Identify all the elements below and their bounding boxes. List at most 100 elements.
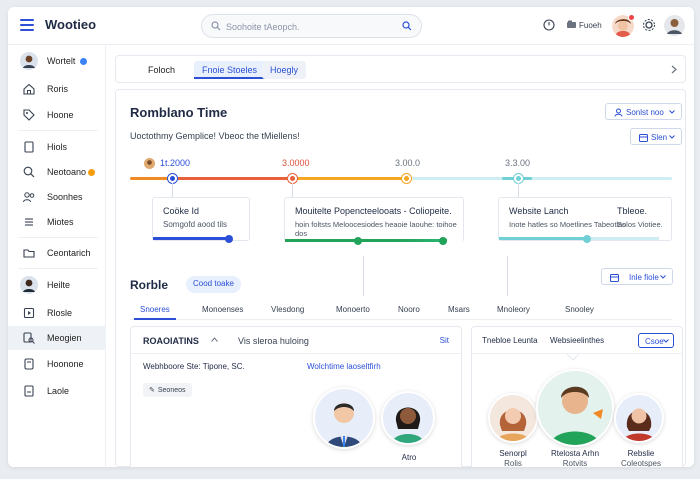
chevron-down-icon — [669, 135, 675, 139]
user-avatar[interactable] — [612, 14, 635, 37]
timeline-track-segment — [130, 177, 170, 180]
chevron-up-icon[interactable] — [211, 337, 218, 342]
person-role: Rotvits — [562, 459, 588, 467]
menu-icon[interactable] — [20, 19, 34, 31]
status-label[interactable]: Fuoeh — [579, 21, 602, 30]
sidebar-divider — [18, 268, 98, 269]
sidebar-item-hoonone[interactable]: Hoonone — [8, 352, 106, 376]
pointer-notch — [567, 354, 579, 361]
page-title: Romblano Time — [130, 105, 228, 120]
chevron-right-icon[interactable] — [671, 65, 677, 74]
filter-select[interactable]: Csoe — [638, 333, 674, 348]
detail-button-label: Inle fiole — [629, 273, 659, 282]
event-subtitle: Solos Viotiee. — [617, 220, 663, 229]
sidebar-item-neotoano[interactable]: Neotoano — [8, 160, 106, 184]
main-card: Romblano Time Uoctothmy Gemplice! Vbeoc … — [115, 89, 686, 467]
sidebar-item-miotes[interactable]: Miotes — [8, 210, 106, 234]
sidebar-item-rlosle[interactable]: Rlosle — [8, 301, 106, 325]
person-avatar[interactable] — [614, 393, 664, 443]
subtab-nooro[interactable]: Nooro — [398, 305, 420, 314]
connector — [172, 183, 173, 197]
location-text: Webhboore Ste: Tipone, SC. — [143, 362, 245, 371]
person-avatar[interactable] — [488, 393, 538, 443]
active-tab-indicator — [134, 318, 176, 320]
sidebar-item-hiols[interactable]: Hiols — [8, 135, 106, 159]
app-window: Wootieo Soohoite tAeopch. Fuoeh Wortelt … — [8, 7, 694, 467]
top-bar: Wootieo Soohoite tAeopch. Fuoeh — [8, 7, 694, 45]
highlight-link[interactable]: Wolchtime laoseltfirh — [307, 362, 381, 371]
event-progress-bar — [153, 237, 229, 240]
filter-chip[interactable]: Cood toake — [186, 276, 241, 293]
subtab-snoeres[interactable]: Snoeres — [140, 305, 170, 314]
subtab-msars[interactable]: Msars — [448, 305, 470, 314]
folder-icon — [567, 20, 576, 28]
subtab-monoenses[interactable]: Monoenses — [202, 305, 243, 314]
subtab-snooley[interactable]: Snooley — [565, 305, 594, 314]
sidebar-divider — [18, 237, 98, 238]
timeline-label-2: 3.0000 — [282, 158, 310, 168]
tab-fnoie-stoeles[interactable]: Fnoie Stoeles — [194, 61, 266, 79]
calendar-icon — [610, 274, 619, 282]
person-name: Atro — [401, 453, 417, 462]
sidebar-item-label: Ceontarich — [47, 248, 91, 258]
clock-icon[interactable] — [543, 19, 555, 31]
search-doc-icon — [23, 332, 35, 344]
section-title: Rorble — [130, 278, 169, 292]
tag-chip[interactable]: ✎ Seoneos — [143, 383, 192, 397]
edit-link[interactable]: Sit — [440, 336, 449, 345]
person-avatar[interactable] — [381, 391, 435, 445]
sidebar-item-label: Laole — [47, 386, 70, 396]
timeline-track-segment — [294, 177, 406, 180]
timeline-track-segment — [174, 177, 292, 180]
profile-avatar-icon[interactable] — [664, 15, 685, 36]
avatar-icon — [383, 393, 433, 443]
search-icon — [211, 21, 221, 31]
sidebar-item-ceontarich[interactable]: Ceontarich — [8, 241, 106, 265]
sidebar-item-wortelt[interactable]: Wortelt — [8, 49, 106, 73]
event-card[interactable]: Mouitelte Popencteelooats - Coliopeite. … — [284, 197, 464, 245]
timeline-node[interactable] — [514, 174, 523, 183]
timeline-node[interactable] — [288, 174, 297, 183]
person-avatar[interactable] — [313, 387, 375, 449]
select-value: Csoe — [645, 337, 664, 346]
search-submit-icon[interactable] — [402, 21, 412, 31]
tag-label: Seoneos — [157, 387, 186, 394]
sidebar-item-hoone[interactable]: Hoone — [8, 103, 106, 127]
tag-icon — [23, 109, 35, 121]
subtab-mnoleory[interactable]: Mnoleory — [497, 305, 530, 314]
tab-foloch[interactable]: Foloch — [140, 61, 183, 79]
sidebar: Wortelt Roris Hoone Hiols Neotoano Soonh… — [8, 45, 106, 467]
divider — [131, 353, 461, 354]
sidebar-item-soonhes[interactable]: Soonhes — [8, 185, 106, 209]
subtab-vlesdong[interactable]: Vlesdong — [271, 305, 304, 314]
tab-hoegly[interactable]: Hoegly — [262, 61, 307, 79]
event-card[interactable]: Website Lanch Inote hatles so Moetlines … — [498, 197, 672, 243]
event-card[interactable]: Coöke Id Somgofd aood tils — [152, 197, 250, 243]
subtab-monoerto[interactable]: Monoerto — [336, 305, 370, 314]
sidebar-item-heilte[interactable]: Heilte — [8, 273, 106, 297]
detail-button[interactable]: Inle fiole — [601, 268, 673, 285]
sidebar-item-label: Hoonone — [47, 359, 84, 369]
sidebar-item-label: Hoone — [47, 110, 74, 120]
sidebar-item-roris[interactable]: Roris — [8, 77, 106, 101]
timeline-node[interactable] — [402, 174, 411, 183]
filter-button[interactable]: Slen — [630, 128, 682, 145]
event-progress-bar — [499, 237, 587, 240]
timeline-node[interactable] — [168, 174, 177, 183]
sidebar-item-label: Roris — [47, 84, 69, 94]
connector — [518, 183, 519, 197]
sidebar-item-label: Miotes — [47, 217, 74, 227]
timeline-label-4: 3.3.00 — [505, 158, 531, 168]
sort-button[interactable]: Sonlst noo — [605, 103, 682, 120]
gear-icon[interactable] — [642, 18, 656, 32]
filter-button-label: Slen — [651, 133, 668, 142]
person-name: Rebslie — [627, 449, 655, 458]
search-input[interactable]: Soohoite tAeopch. — [201, 14, 422, 38]
sidebar-item-meogien[interactable]: Meogien — [8, 326, 106, 350]
person-avatar-featured[interactable] — [536, 369, 614, 447]
sidebar-item-laole[interactable]: Laole — [8, 379, 106, 403]
tab-bar: Foloch Fnoie Stoeles Hoegly — [115, 55, 686, 83]
avatar-icon — [616, 395, 662, 441]
event-subtitle: Somgofd aood tils — [163, 220, 228, 229]
sidebar-item-label: Heilte — [47, 280, 71, 290]
